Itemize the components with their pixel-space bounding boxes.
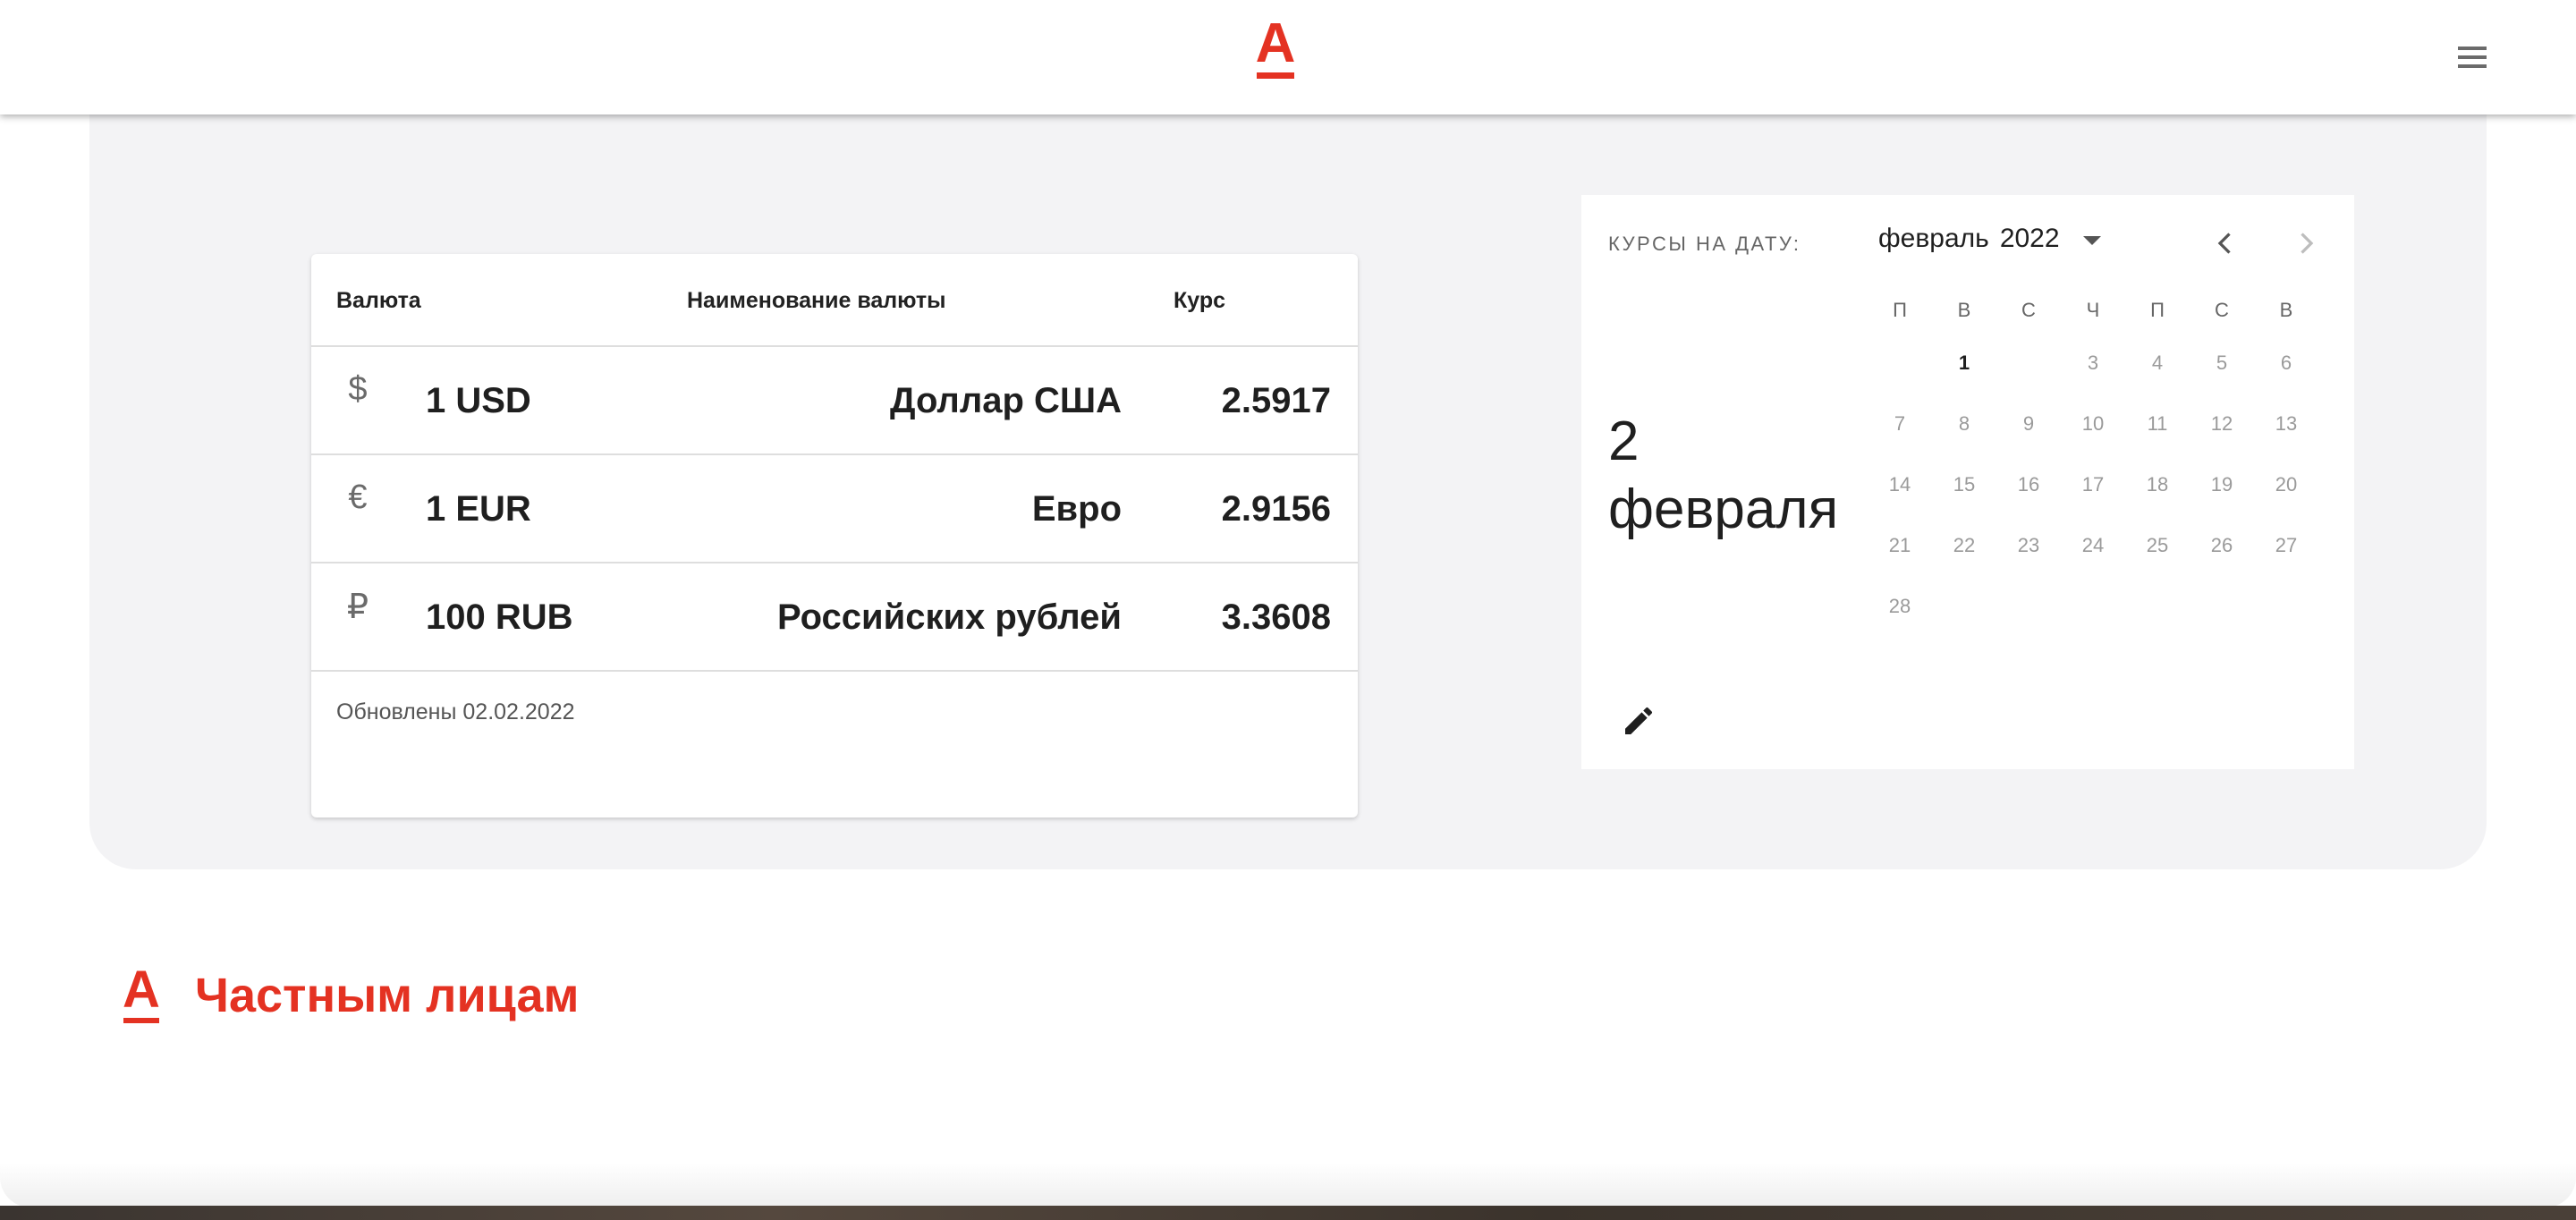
calendar-day[interactable]: 26: [2190, 530, 2254, 562]
currency-name: Евро: [1031, 489, 1122, 529]
calendar-day[interactable]: 4: [2125, 347, 2190, 379]
pencil-edit-icon[interactable]: [1621, 703, 1657, 739]
weekday-label: П: [1893, 299, 1907, 321]
calendar-day[interactable]: 11: [2125, 408, 2190, 440]
currency-rate: 3.3608: [1221, 597, 1331, 637]
alfa-logo-small: А: [122, 964, 161, 1027]
logo-underline: [123, 1018, 159, 1023]
calendar-day[interactable]: 3: [2061, 347, 2125, 379]
column-header-currency-name: Наименование валюты: [687, 288, 946, 313]
weekday-label: В: [2279, 299, 2293, 321]
year-label: 2022: [1999, 224, 2060, 253]
top-header: А: [0, 0, 2576, 114]
table-header: Валюта Наименование валюты Курс: [311, 254, 1358, 347]
previous-month-button[interactable]: [2209, 227, 2241, 259]
footer-edge: [0, 1163, 2576, 1207]
calendar-day[interactable]: 23: [1996, 530, 2061, 562]
calendar-day[interactable]: 12: [2190, 408, 2254, 440]
month-year-selector[interactable]: февраль 2022: [1878, 224, 2101, 254]
calendar-day[interactable]: 16: [1996, 469, 2061, 501]
table-row: ₽ 100 RUB Российских рублей 3.3608: [311, 563, 1358, 672]
date-picker-label: КУРСЫ НА ДАТУ:: [1608, 233, 1801, 255]
chevron-left-icon: [2217, 233, 2231, 254]
weekday-header: ПВСЧПСВ: [1868, 299, 2318, 326]
table-row: $ 1 USD Доллар США 2.5917: [311, 347, 1358, 455]
calendar-day[interactable]: 15: [1932, 469, 1996, 501]
alfa-logo[interactable]: А: [1256, 16, 1295, 79]
calendar-day[interactable]: 28: [1868, 590, 1932, 623]
currency-code: 100 RUB: [426, 597, 573, 637]
calendar-day[interactable]: 6: [2254, 347, 2318, 379]
private-clients-section: А Частным лицам: [122, 964, 579, 1027]
calendar-day[interactable]: 7: [1868, 408, 1932, 440]
calendar-day[interactable]: 14: [1868, 469, 1932, 501]
column-header-rate: Курс: [1174, 288, 1226, 313]
selected-day: 2: [1608, 411, 1640, 472]
calendar-day[interactable]: 5: [2190, 347, 2254, 379]
euro-icon: €: [348, 479, 368, 516]
currency-name: Российских рублей: [776, 597, 1122, 637]
selected-date: 2 февраля: [1608, 408, 1868, 544]
calendar-day[interactable]: 22: [1932, 530, 1996, 562]
calendar-grid: 1 3 4 5 6 7 8 9 10 11 12 13 14 15 16 17 18 19 20 21 22 23 24 25…: [1868, 347, 2318, 651]
weekday-label: С: [2215, 299, 2229, 321]
next-month-button[interactable]: [2290, 227, 2322, 259]
logo-underline: [1257, 72, 1294, 79]
calendar-day[interactable]: 9: [1996, 408, 2061, 440]
weekday-label: Ч: [2086, 299, 2100, 321]
exchange-rates-panel: Валюта Наименование валюты Курс $ 1 USD …: [89, 54, 2487, 869]
calendar-day[interactable]: 25: [2125, 530, 2190, 562]
dollar-icon: $: [348, 370, 368, 408]
footer-background: [0, 1206, 2576, 1220]
calendar-day[interactable]: 18: [2125, 469, 2190, 501]
logo-letter: А: [123, 961, 160, 1019]
calendar-day[interactable]: 21: [1868, 530, 1932, 562]
ruble-icon: ₽: [346, 589, 369, 626]
weekday-label: В: [1957, 299, 1971, 321]
updated-date: Обновлены 02.02.2022: [336, 699, 575, 724]
logo-letter: А: [1255, 13, 1296, 74]
calendar-day[interactable]: 27: [2254, 530, 2318, 562]
chevron-right-icon: [2301, 233, 2314, 254]
weekday-label: С: [2021, 299, 2036, 321]
calendar-day[interactable]: 19: [2190, 469, 2254, 501]
section-title[interactable]: Частным лицам: [195, 968, 579, 1023]
currency-name: Доллар США: [889, 381, 1122, 420]
table-row: € 1 EUR Евро 2.9156: [311, 455, 1358, 563]
calendar-day[interactable]: 24: [2061, 530, 2125, 562]
currency-code: 1 USD: [426, 381, 531, 420]
hamburger-menu-icon[interactable]: [2454, 39, 2490, 75]
dropdown-caret-icon: [2082, 236, 2101, 245]
currency-rate: 2.5917: [1221, 381, 1331, 420]
calendar-day[interactable]: 20: [2254, 469, 2318, 501]
selected-month: февраля: [1608, 479, 1839, 540]
currency-code: 1 EUR: [426, 489, 531, 529]
month-label: февраль: [1878, 224, 1989, 253]
column-header-currency: Валюта: [336, 288, 421, 313]
date-picker: КУРСЫ НА ДАТУ: 2 февраля февраль 2022 ПВ…: [1581, 195, 2354, 769]
calendar-day[interactable]: 1: [1932, 347, 1996, 379]
calendar-day[interactable]: 10: [2061, 408, 2125, 440]
calendar-day[interactable]: 13: [2254, 408, 2318, 440]
calendar-day[interactable]: 17: [2061, 469, 2125, 501]
weekday-label: П: [2150, 299, 2165, 321]
rates-table: Валюта Наименование валюты Курс $ 1 USD …: [311, 254, 1358, 818]
calendar-day[interactable]: 8: [1932, 408, 1996, 440]
currency-rate: 2.9156: [1221, 489, 1331, 529]
